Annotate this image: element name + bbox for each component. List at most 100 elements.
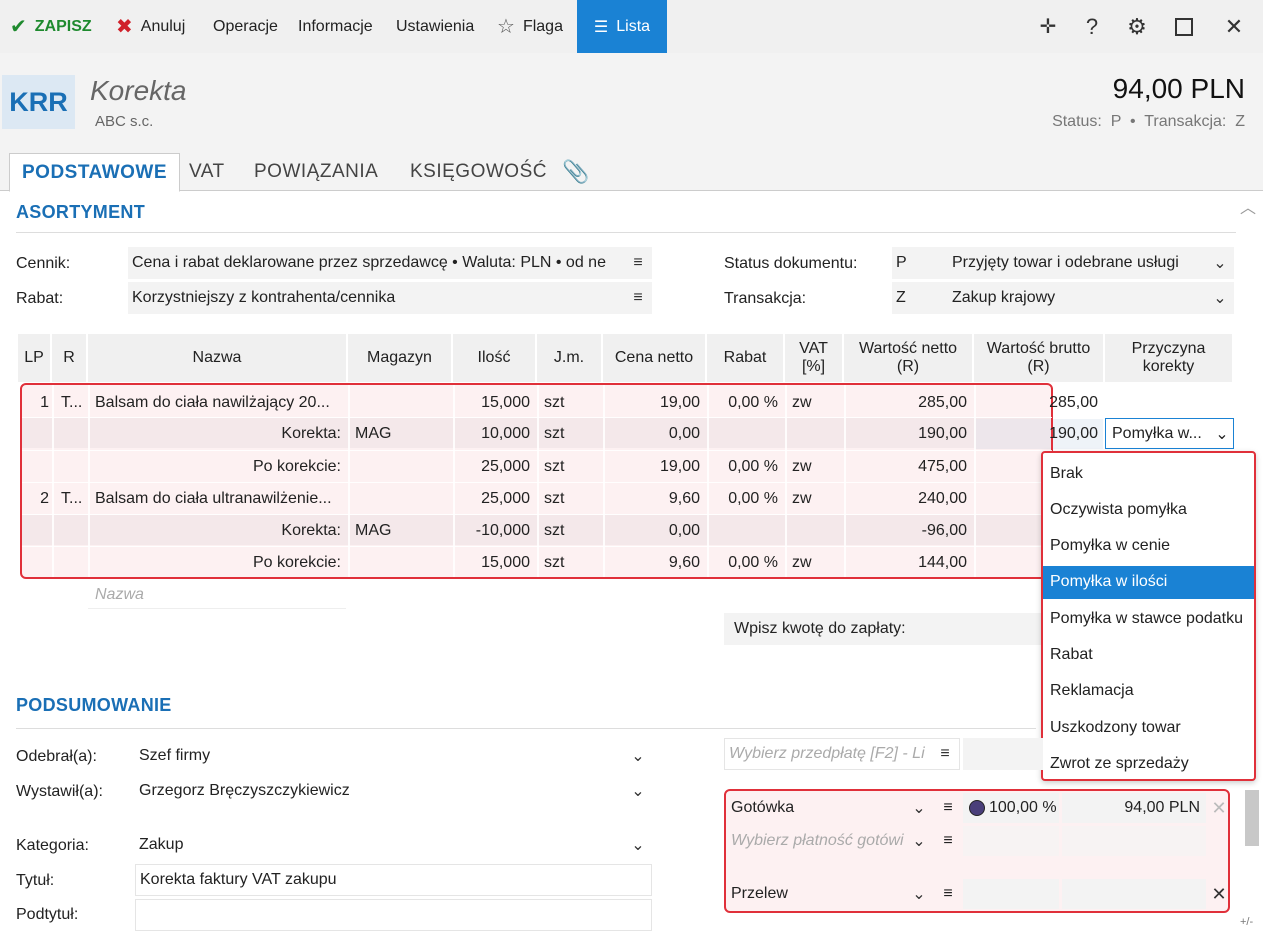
- tab-accounting[interactable]: KSIĘGOWOŚĆ: [410, 153, 547, 191]
- cell-row-label[interactable]: Korekta:: [88, 419, 348, 449]
- cell-vat[interactable]: zw: [785, 548, 844, 578]
- issued-by-select[interactable]: Grzegorz Bręczyszczykiewicz ⌄: [135, 775, 652, 807]
- cell-lp[interactable]: [20, 516, 56, 546]
- transfer-percent-cell[interactable]: [963, 879, 1059, 909]
- operations-menu[interactable]: Operacje: [213, 0, 278, 53]
- cell-net-price[interactable]: 19,00: [603, 388, 707, 418]
- remove-cash-payment-button[interactable]: ✕: [1208, 793, 1230, 823]
- cell-net-value[interactable]: -96,00: [844, 516, 974, 546]
- column-correction-reason[interactable]: Przyczyna korekty: [1105, 334, 1234, 382]
- document-status-select[interactable]: P Przyjęty towar i odebrane usługi ⌄: [892, 247, 1234, 279]
- dropdown-option[interactable]: Zwrot ze sprzedaży: [1043, 747, 1254, 780]
- cell-warehouse[interactable]: [348, 484, 453, 514]
- menu-icon[interactable]: ≡: [624, 289, 652, 307]
- menu-icon[interactable]: ≡: [936, 879, 960, 909]
- prepayment-select[interactable]: Wybierz przedpłatę [F2] - Li ≡: [724, 738, 960, 770]
- price-list-field[interactable]: Cena i rabat deklarowane przez sprzedawc…: [128, 247, 652, 279]
- cell-quantity[interactable]: 25,000: [453, 484, 537, 514]
- cell-quantity[interactable]: 15,000: [453, 548, 537, 578]
- cell-discount[interactable]: [707, 516, 785, 546]
- cell-vat[interactable]: [785, 516, 844, 546]
- column-quantity[interactable]: Ilość: [453, 334, 537, 382]
- dropdown-option[interactable]: Rabat: [1043, 639, 1254, 672]
- dropdown-option[interactable]: Oczywista pomyłka: [1043, 493, 1254, 526]
- cell-unit[interactable]: szt: [537, 484, 603, 514]
- cell-r[interactable]: [54, 548, 88, 578]
- cell-net-price[interactable]: 0,00: [603, 419, 707, 449]
- column-gross-value[interactable]: Wartość brutto (R): [974, 334, 1105, 382]
- add-window-button[interactable]: ✛: [1028, 0, 1068, 53]
- save-button[interactable]: ✔ ZAPISZ: [10, 0, 92, 53]
- cell-unit[interactable]: szt: [537, 548, 603, 578]
- cell-warehouse[interactable]: [348, 388, 453, 418]
- scroll-up-icon[interactable]: ︿: [1240, 194, 1256, 218]
- category-select[interactable]: Zakup ⌄: [135, 829, 652, 861]
- column-r[interactable]: R: [52, 334, 88, 382]
- cell-quantity[interactable]: -10,000: [453, 516, 537, 546]
- cell-discount[interactable]: [707, 419, 785, 449]
- dropdown-option[interactable]: Pomyłka w ilości: [1043, 565, 1254, 599]
- cell-row-label[interactable]: Po korekcie:: [88, 548, 348, 578]
- tab-vat[interactable]: VAT: [189, 153, 225, 191]
- cell-name[interactable]: Balsam do ciała nawilżający 20...: [88, 388, 348, 418]
- column-lp[interactable]: LP: [18, 334, 52, 382]
- cell-r[interactable]: T...: [54, 484, 88, 514]
- subtitle-input[interactable]: [135, 899, 652, 931]
- cell-vat[interactable]: zw: [785, 388, 844, 418]
- new-item-name-input[interactable]: Nazwa: [88, 581, 346, 609]
- cell-lp[interactable]: 2: [20, 484, 56, 514]
- cell-unit[interactable]: szt: [537, 388, 603, 418]
- cell-warehouse[interactable]: MAG: [348, 516, 453, 546]
- dropdown-option[interactable]: Pomyłka w stawce podatku: [1043, 602, 1254, 635]
- cash-percent-cell[interactable]: 100,00 %: [963, 793, 1059, 823]
- cell-lp[interactable]: [20, 452, 56, 482]
- cell-quantity[interactable]: 25,000: [453, 452, 537, 482]
- close-window-button[interactable]: ✕: [1214, 0, 1254, 53]
- cell-lp[interactable]: [20, 548, 56, 578]
- received-by-select[interactable]: Szef firmy ⌄: [135, 740, 652, 772]
- cell-lp[interactable]: 1: [20, 388, 56, 418]
- list-button[interactable]: ☰ Lista: [577, 0, 667, 53]
- cash-amount-cell[interactable]: 94,00 PLN: [1062, 793, 1206, 823]
- cell-lp[interactable]: [20, 419, 56, 449]
- tab-attachments[interactable]: 📎: [562, 153, 590, 191]
- cell-discount[interactable]: 0,00 %: [707, 548, 785, 578]
- cell-discount[interactable]: 0,00 %: [707, 484, 785, 514]
- dropdown-option[interactable]: Reklamacja: [1043, 675, 1254, 708]
- menu-icon[interactable]: ≡: [936, 793, 960, 823]
- tab-basic[interactable]: PODSTAWOWE: [9, 153, 181, 192]
- cell-r[interactable]: [54, 452, 88, 482]
- cell-gross-value[interactable]: 190,00: [974, 419, 1105, 449]
- cell-quantity[interactable]: 15,000: [453, 388, 537, 418]
- menu-icon[interactable]: ≡: [931, 745, 959, 763]
- column-vat[interactable]: VAT [%]: [785, 334, 844, 382]
- cell-net-value[interactable]: 475,00: [844, 452, 974, 482]
- help-button[interactable]: ?: [1072, 0, 1112, 53]
- cash-payment-select[interactable]: Gotówka ⌄: [727, 793, 933, 823]
- transfer-payment-select[interactable]: Przelew ⌄: [727, 879, 933, 909]
- cell-net-price[interactable]: 19,00: [603, 452, 707, 482]
- information-menu[interactable]: Informacje: [298, 0, 373, 53]
- cell-net-price[interactable]: 9,60: [603, 484, 707, 514]
- dropdown-option[interactable]: Pomyłka w cenie: [1043, 530, 1254, 563]
- settings-menu[interactable]: Ustawienia: [396, 0, 474, 53]
- expand-toggle[interactable]: +/-: [1240, 916, 1253, 928]
- discount-field[interactable]: Korzystniejszy z kontrahenta/cennika ≡: [128, 282, 652, 314]
- maximize-button[interactable]: [1164, 0, 1204, 53]
- cell-unit[interactable]: szt: [537, 452, 603, 482]
- cell-net-value[interactable]: 190,00: [844, 419, 974, 449]
- cell-quantity[interactable]: 10,000: [453, 419, 537, 449]
- cell-net-value[interactable]: 240,00: [844, 484, 974, 514]
- cell-vat[interactable]: zw: [785, 452, 844, 482]
- cell-vat[interactable]: [785, 419, 844, 449]
- cell-unit[interactable]: szt: [537, 516, 603, 546]
- tab-relations[interactable]: POWIĄZANIA: [254, 153, 378, 191]
- column-discount[interactable]: Rabat: [707, 334, 785, 382]
- dropdown-option[interactable]: Brak: [1043, 457, 1254, 490]
- cell-net-value[interactable]: 144,00: [844, 548, 974, 578]
- cell-vat[interactable]: zw: [785, 484, 844, 514]
- menu-icon[interactable]: ≡: [624, 254, 652, 272]
- cell-name[interactable]: Balsam do ciała ultranawilżenie...: [88, 484, 348, 514]
- cell-discount[interactable]: 0,00 %: [707, 388, 785, 418]
- column-name[interactable]: Nazwa: [88, 334, 348, 382]
